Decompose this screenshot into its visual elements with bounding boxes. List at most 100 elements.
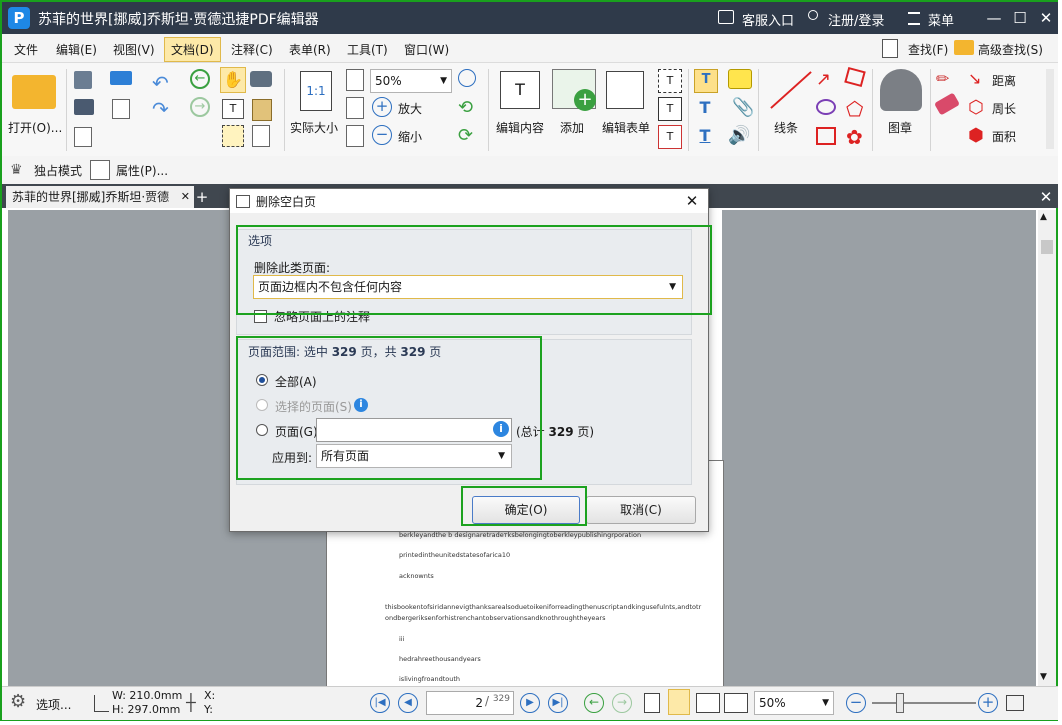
edit-form-label[interactable]: 编辑表单: [602, 119, 650, 136]
options-button[interactable]: 选项...: [36, 696, 71, 713]
open-button-label[interactable]: 打开(O)...: [8, 119, 62, 136]
distance-label[interactable]: 距离: [992, 72, 1016, 89]
actual-size-label[interactable]: 实际大小: [290, 119, 338, 136]
eraser-icon[interactable]: [933, 92, 961, 116]
hand-tool-icon[interactable]: ✋: [220, 67, 246, 93]
menu-document[interactable]: 文档(D): [164, 37, 221, 62]
facing-page-icon[interactable]: [696, 693, 720, 713]
history-back-icon[interactable]: ←: [584, 693, 604, 713]
tab-close-icon[interactable]: ✕: [181, 186, 190, 208]
select-text-icon[interactable]: T: [222, 99, 244, 119]
edit-form-icon[interactable]: [606, 71, 644, 109]
find-button[interactable]: 查找(F): [908, 41, 948, 58]
page-number-input[interactable]: 2 / 329: [426, 691, 514, 715]
edit-content-icon[interactable]: T: [500, 71, 540, 109]
fit-visible-icon[interactable]: [346, 125, 364, 147]
fullscreen-icon[interactable]: [1006, 695, 1024, 711]
rotate-right-icon[interactable]: ⟳: [458, 125, 473, 146]
status-zoom-in-icon[interactable]: +: [978, 693, 998, 713]
magnifier-icon[interactable]: [458, 69, 476, 87]
stamp-label[interactable]: 图章: [888, 119, 912, 136]
menu-view[interactable]: 视图(V): [113, 41, 155, 58]
rectangle-icon[interactable]: [816, 127, 836, 145]
minimize-button[interactable]: —: [982, 8, 1006, 28]
menu-form[interactable]: 表单(R): [289, 41, 331, 58]
tab-document[interactable]: 苏菲的世界[挪威]乔斯坦·贾德 ✕: [6, 186, 194, 208]
area-icon[interactable]: ⬢: [968, 125, 984, 146]
next-page-icon[interactable]: ▶: [520, 693, 540, 713]
lines-label[interactable]: 线条: [774, 119, 798, 136]
edit-content-label[interactable]: 编辑内容: [496, 119, 544, 136]
fit-width-icon[interactable]: [346, 97, 364, 119]
login-link[interactable]: 注册/登录: [828, 10, 884, 29]
strikeout-text-icon[interactable]: T: [694, 97, 716, 119]
polygon-icon[interactable]: ⬠: [846, 97, 863, 121]
forward-icon[interactable]: →: [190, 97, 210, 117]
properties-button[interactable]: 属性(P)...: [116, 162, 168, 179]
add-label[interactable]: 添加: [560, 119, 584, 136]
back-icon[interactable]: ←: [190, 69, 210, 89]
scan-icon[interactable]: [110, 71, 132, 85]
close-all-tabs-icon[interactable]: ✕: [1036, 186, 1056, 208]
text-field-icon[interactable]: T: [658, 97, 682, 121]
scroll-up-icon[interactable]: ▲: [1040, 212, 1047, 222]
perimeter-label[interactable]: 周长: [992, 100, 1016, 117]
status-zoom-out-icon[interactable]: −: [846, 693, 866, 713]
chat-icon[interactable]: [718, 10, 734, 24]
rotate-left-icon[interactable]: ⟲: [458, 97, 473, 118]
ribbon-scrollbar[interactable]: [1046, 69, 1054, 149]
menu-tools[interactable]: 工具(T): [347, 41, 388, 58]
scroll-down-icon[interactable]: ▼: [1040, 672, 1047, 682]
menu-window[interactable]: 窗口(W): [404, 41, 449, 58]
continuous-facing-icon[interactable]: [724, 693, 748, 713]
fit-page-icon[interactable]: [346, 69, 364, 91]
area-label[interactable]: 面积: [992, 128, 1016, 145]
save-icon[interactable]: [74, 71, 92, 89]
close-button[interactable]: ✕: [1034, 8, 1058, 28]
zoom-in-label[interactable]: 放大: [398, 100, 422, 117]
text-box-icon[interactable]: T: [658, 69, 682, 93]
maximize-button[interactable]: ☐: [1008, 8, 1032, 28]
menu-edit[interactable]: 编辑(E): [56, 41, 97, 58]
ellipse-icon[interactable]: [816, 99, 836, 115]
service-link[interactable]: 客服入口: [742, 10, 794, 29]
last-page-icon[interactable]: ▶|: [548, 693, 568, 713]
stamp-icon[interactable]: [880, 69, 922, 111]
continuous-page-icon[interactable]: [668, 689, 690, 715]
main-menu-link[interactable]: 菜单: [928, 10, 954, 29]
status-zoom-select[interactable]: 50% ▼: [754, 691, 834, 715]
vertical-scrollbar[interactable]: ▲ ▼: [1038, 210, 1056, 686]
menu-comment[interactable]: 注释(C): [231, 41, 273, 58]
pencil-icon[interactable]: ✏: [936, 69, 958, 89]
paste-icon[interactable]: [252, 99, 272, 121]
attach-icon[interactable]: 📎: [732, 97, 754, 118]
export-icon[interactable]: [74, 127, 92, 147]
zoom-out-icon[interactable]: −: [372, 125, 392, 145]
perimeter-icon[interactable]: ⬡: [968, 97, 984, 118]
line-icon[interactable]: [770, 71, 812, 109]
zoom-out-label[interactable]: 缩小: [398, 128, 422, 145]
redo-icon[interactable]: ↷: [152, 97, 169, 121]
single-page-icon[interactable]: [644, 693, 660, 713]
prev-page-icon[interactable]: ◀: [398, 693, 418, 713]
cloud-icon[interactable]: ✿: [846, 125, 863, 149]
dialog-close-icon[interactable]: ✕: [682, 191, 702, 211]
zoom-select[interactable]: 50% ▼: [370, 69, 452, 93]
first-page-icon[interactable]: |◀: [370, 693, 390, 713]
callout-text-icon[interactable]: T: [658, 125, 682, 149]
new-doc-icon[interactable]: [112, 99, 130, 119]
snapshot-icon[interactable]: [250, 71, 272, 87]
polyline-icon[interactable]: [844, 66, 866, 88]
undo-icon[interactable]: ↶: [152, 71, 169, 95]
scroll-thumb[interactable]: [1041, 240, 1053, 254]
exclusive-mode-button[interactable]: 独占模式: [34, 162, 82, 179]
zoom-slider-thumb[interactable]: [896, 693, 904, 713]
arrow-icon[interactable]: ↗: [816, 69, 831, 90]
zoom-slider-track[interactable]: [872, 702, 976, 704]
history-forward-icon[interactable]: →: [612, 693, 632, 713]
advanced-find-button[interactable]: 高级查找(S): [978, 41, 1043, 58]
menu-file[interactable]: 文件: [14, 41, 38, 58]
note-icon[interactable]: [728, 69, 752, 89]
zoom-in-icon[interactable]: +: [372, 97, 392, 117]
open-folder-icon[interactable]: [12, 75, 56, 109]
